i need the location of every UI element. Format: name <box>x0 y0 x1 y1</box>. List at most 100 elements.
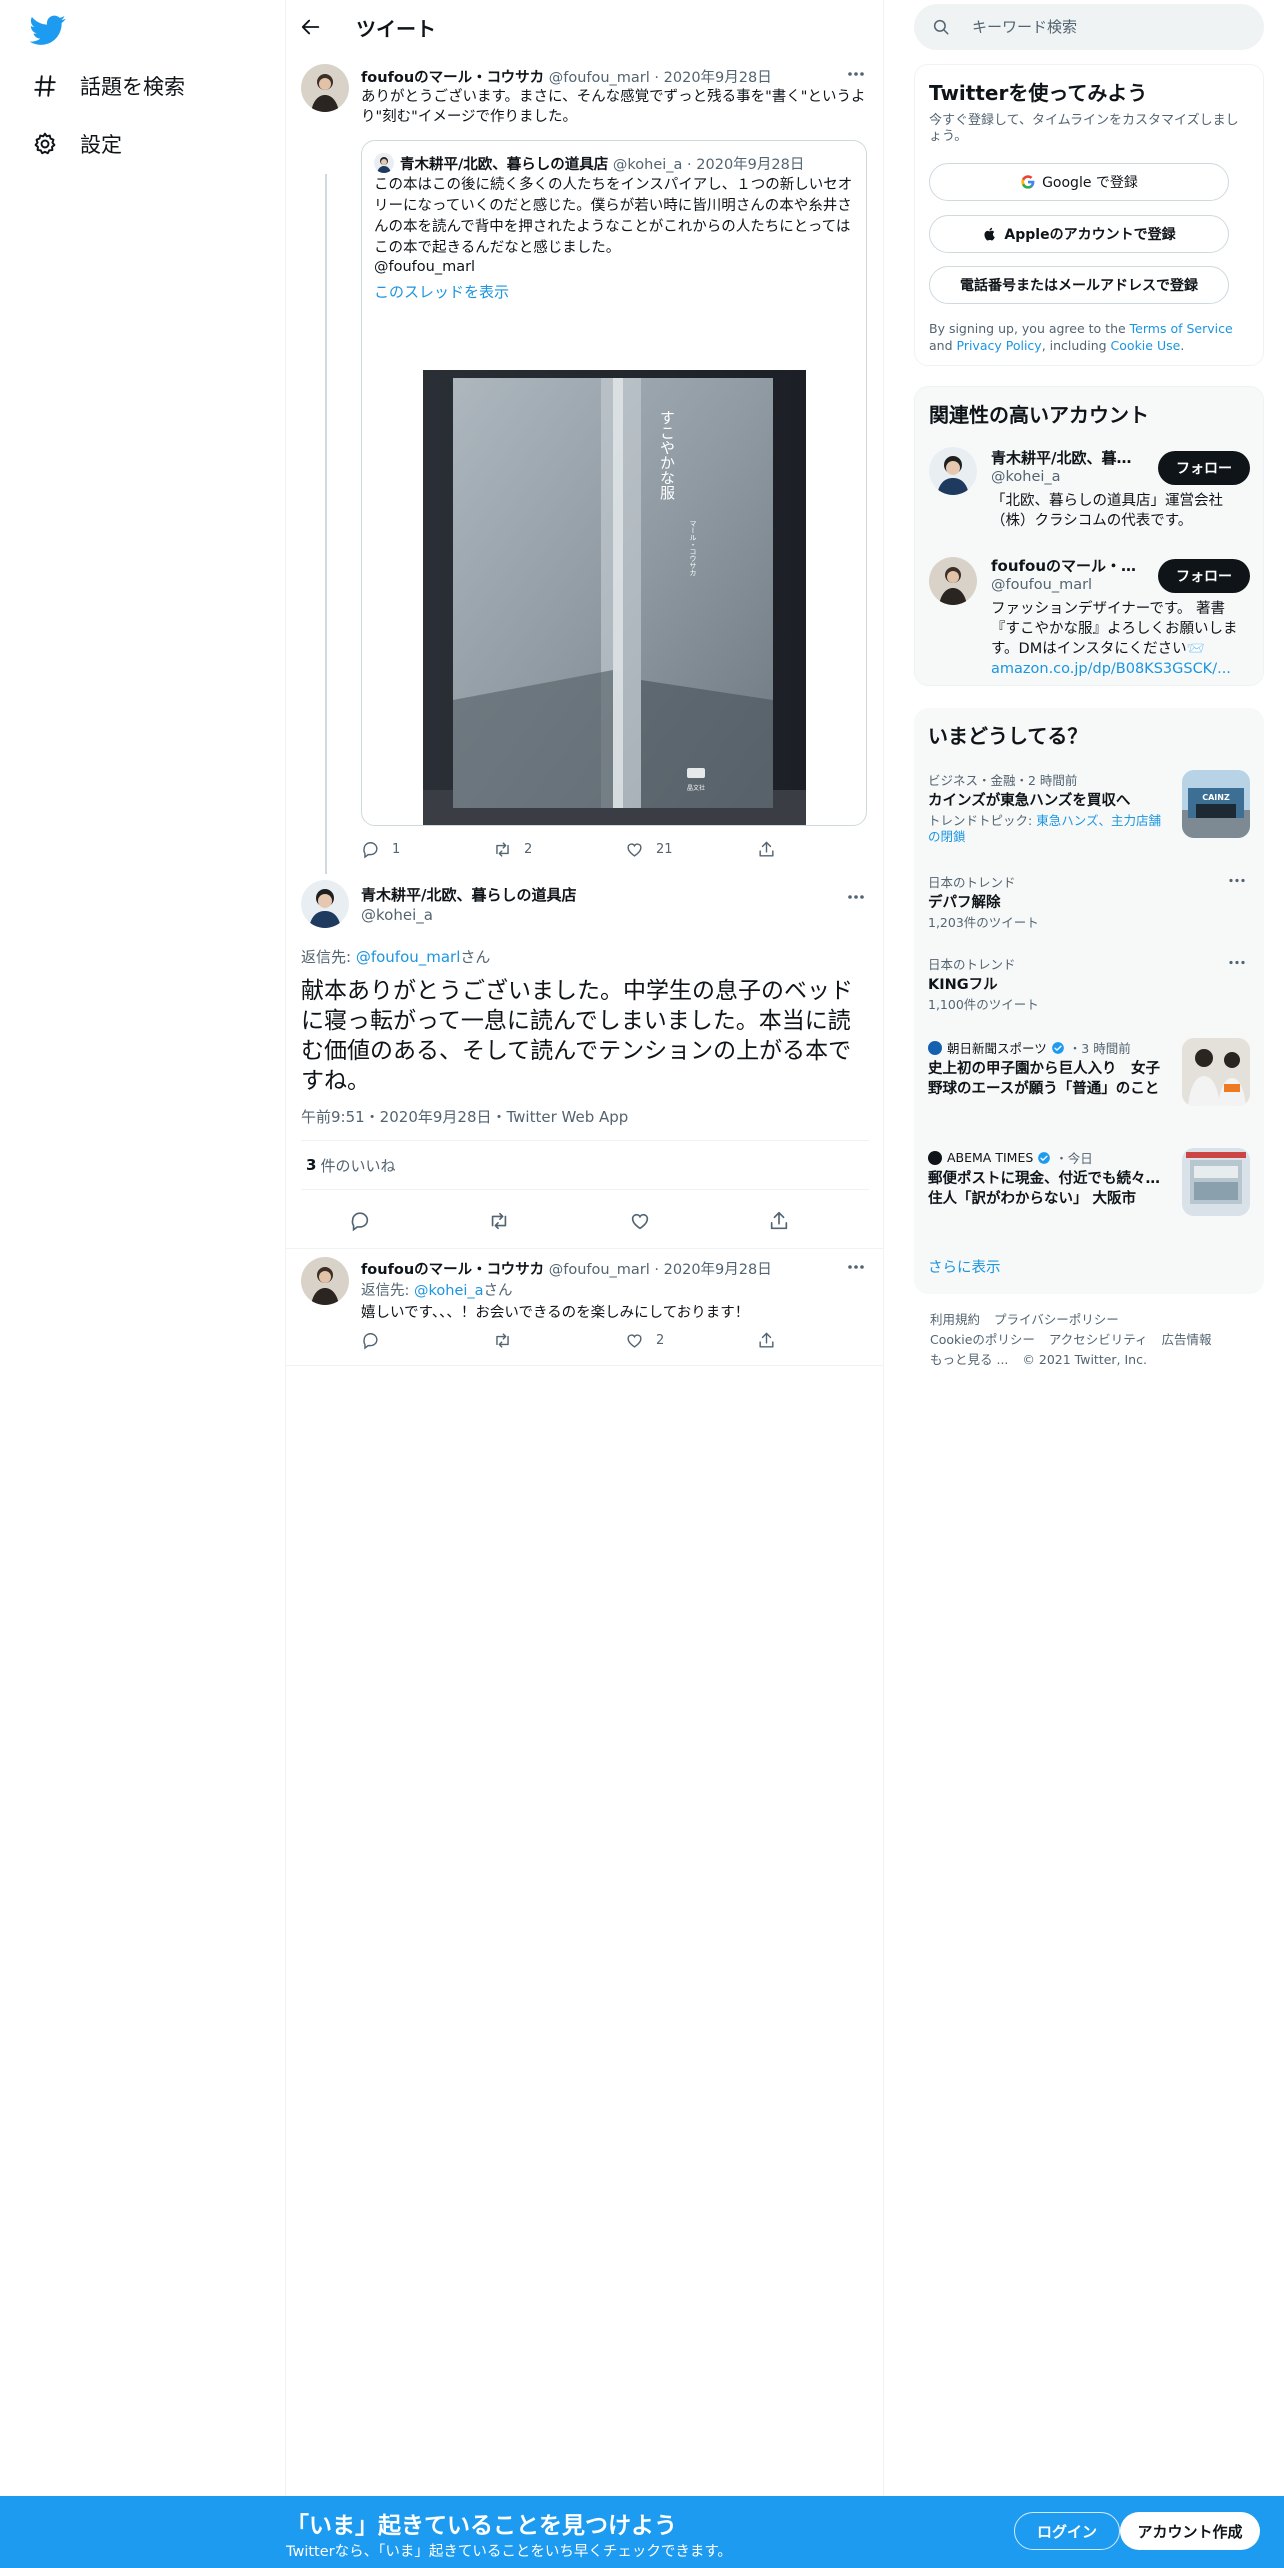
author-handle[interactable]: @foufou_marl <box>549 70 650 86</box>
show-thread-link[interactable]: このスレッドを表示 <box>374 281 509 302</box>
search-box[interactable] <box>914 4 1264 50</box>
reply-to-link[interactable]: @foufou_marl <box>356 948 461 966</box>
dot-separator: · <box>687 157 692 173</box>
terms-of-service-link[interactable]: Terms of Service <box>1130 321 1233 336</box>
avatar-foufou[interactable] <box>301 64 349 112</box>
related-account-handle: @foufou_marl <box>991 577 1093 593</box>
search-input[interactable] <box>972 18 1232 36</box>
tweet-focused: 青木耕平/北欧、暮らしの道具店 @kohei_a 返信先: @foufou_ma… <box>286 872 884 1248</box>
google-signup-button[interactable]: Google で登録 <box>929 163 1229 201</box>
trends-title: いまどうしてる？ <box>928 724 1088 748</box>
footer-link[interactable]: アクセシビリティ <box>1049 1332 1148 1347</box>
retweet-button[interactable] <box>488 1210 522 1232</box>
heart-icon <box>631 1213 649 1230</box>
apple-icon <box>984 227 996 241</box>
retweet-button[interactable]: 2 <box>493 840 532 859</box>
trend-item[interactable]: ビジネス・金融・2 時間前 カインズが東急ハンズを買収へ トレンドトピック: 東… <box>928 770 1250 850</box>
reply-button[interactable] <box>349 1210 383 1232</box>
book-photo[interactable]: すこやかな服 マール・コウサカ 晶文社 <box>423 370 806 826</box>
cookie-use-link[interactable]: Cookie Use <box>1111 338 1181 353</box>
twitter-bird-icon[interactable] <box>29 12 66 48</box>
trend-item[interactable]: 日本のトレンド デパフ解除 1,203件のツイート <box>928 872 1250 932</box>
footer-link[interactable]: もっと見る ... <box>930 1352 1008 1367</box>
avatar-foufou[interactable] <box>301 1257 349 1305</box>
reply-to-link[interactable]: @kohei_a <box>414 1283 484 1299</box>
nav-settings[interactable]: 設定 <box>32 124 122 164</box>
share-icon <box>759 841 774 857</box>
footer-link[interactable]: プライバシーポリシー <box>994 1312 1119 1327</box>
tweet-text: ありがとうございます。まさに、そんな感覚でずっと残る事を"書く"というより"刻む… <box>361 89 866 125</box>
tweet-actions: 2 <box>361 1329 871 1353</box>
tweet-reply[interactable]: foufouのマール・コウサカ @foufou_marl · 2020年9月28… <box>286 1248 884 1366</box>
footer-link[interactable]: 利用規約 <box>930 1312 980 1327</box>
quote-header: 青木耕平/北欧、暮らしの道具店 @kohei_a · 2020年9月28日 <box>400 153 804 174</box>
google-icon <box>1021 175 1035 189</box>
bottom-bar-subtitle: Twitterなら、「いま」起きていることをいち早くチェックできます。 <box>286 2544 732 2560</box>
signup-panel: Twitterを使ってみよう 今すぐ登録して、タイムラインをカスタマイズしましょ… <box>914 64 1264 366</box>
author-name[interactable]: foufouのマール・コウサカ <box>361 70 544 86</box>
trend-sub: 1,100件のツイート <box>928 997 1039 1012</box>
trend-sub: トレンドトピック: 東急ハンズ、主力店舗の閉鎖 <box>928 813 1168 845</box>
share-button[interactable] <box>757 840 788 859</box>
trend-title: デパフ解除 <box>928 895 1001 911</box>
more-icon[interactable] <box>1228 878 1246 883</box>
reply-button[interactable]: 1 <box>361 840 400 859</box>
author-name[interactable]: foufouのマール・コウサカ <box>361 1262 544 1278</box>
reply-button[interactable] <box>361 1331 392 1350</box>
tweet-timestamp[interactable]: 午前9:51・2020年9月28日・Twitter Web App <box>301 1106 628 1127</box>
phone-signup-label: 電話番号またはメールアドレスで登録 <box>960 278 1198 294</box>
avatar-kohei[interactable] <box>929 447 977 495</box>
avatar-kohei <box>374 153 394 173</box>
tweet-parent[interactable]: foufouのマール・コウサカ @foufou_marl · 2020年9月28… <box>286 54 884 874</box>
tweet-date[interactable]: 2020年9月28日 <box>664 70 772 86</box>
trend-item[interactable]: 日本のトレンド KINGフル 1,100件のツイート <box>928 954 1250 1014</box>
likes-count: 3 <box>306 1156 317 1174</box>
book-publisher: 晶文社 <box>687 784 705 792</box>
more-icon[interactable] <box>846 71 866 77</box>
reply-prefix: 返信先: <box>361 1283 414 1299</box>
trend-thumb-text: CAINZ <box>1202 793 1230 802</box>
show-more-link[interactable]: さらに表示 <box>928 1256 1001 1277</box>
signup-button[interactable]: アカウント作成 <box>1120 2512 1260 2550</box>
retweet-button[interactable] <box>493 1331 524 1350</box>
phone-email-signup-button[interactable]: 電話番号またはメールアドレスで登録 <box>929 266 1229 304</box>
tweet-date[interactable]: 2020年9月28日 <box>664 1262 772 1278</box>
reply-count: 1 <box>392 842 401 857</box>
like-button[interactable]: 21 <box>625 840 673 859</box>
footer-link[interactable]: Cookieのポリシー <box>930 1332 1035 1347</box>
follow-button[interactable]: フォロー <box>1158 451 1250 485</box>
more-icon[interactable] <box>846 1264 866 1270</box>
author-handle[interactable]: @kohei_a <box>361 906 433 924</box>
footer-link[interactable]: 広告情報 <box>1162 1332 1212 1347</box>
bottom-bar-title: 「いま」起きていることを見つけよう <box>286 2513 677 2539</box>
related-account-name[interactable]: foufouのマール・コ... <box>991 555 1141 576</box>
apple-signup-button[interactable]: Appleのアカウントで登録 <box>929 215 1229 253</box>
privacy-policy-link[interactable]: Privacy Policy <box>957 338 1042 353</box>
share-button[interactable] <box>768 1210 802 1232</box>
left-nav: 話題を検索 設定 <box>0 0 286 2568</box>
more-icon[interactable] <box>846 894 866 900</box>
login-button[interactable]: ログイン <box>1014 2512 1120 2550</box>
related-account-name[interactable]: 青木耕平/北欧、暮ら... <box>991 447 1141 468</box>
share-button[interactable] <box>757 1331 788 1350</box>
terms-text: , including <box>1041 338 1111 353</box>
like-button[interactable] <box>629 1210 663 1232</box>
trends-panel: いまどうしてる？ ビジネス・金融・2 時間前 カインズが東急ハンズを買収へ トレ… <box>914 708 1264 1294</box>
related-account-link[interactable]: amazon.co.jp/dp/B08KS3GSCK/... <box>991 659 1253 679</box>
author-handle[interactable]: @foufou_marl <box>549 1262 650 1278</box>
quote-mention: @foufou_marl <box>374 259 476 275</box>
like-button[interactable]: 2 <box>625 1331 664 1350</box>
trend-item[interactable]: ABEMA TIMES ・今日 郵便ポストに現金、付近でも続々…住人「訳がわから… <box>928 1148 1250 1228</box>
avatar-kohei[interactable] <box>301 880 349 928</box>
quoted-tweet[interactable]: 青木耕平/北欧、暮らしの道具店 @kohei_a · 2020年9月28日 この… <box>361 140 867 826</box>
more-icon[interactable] <box>1228 960 1246 965</box>
back-arrow-icon[interactable] <box>300 16 322 38</box>
avatar-foufou[interactable] <box>929 557 977 605</box>
nav-explore[interactable]: 話題を検索 <box>32 66 185 106</box>
terms-text: . <box>1180 338 1185 353</box>
trend-item[interactable]: 朝日新聞スポーツ ・3 時間前 史上初の甲子園から巨人入り 女子野球のエースが願… <box>928 1038 1250 1118</box>
news-source: 朝日新聞スポーツ <box>947 1041 1047 1056</box>
author-name[interactable]: 青木耕平/北欧、暮らしの道具店 <box>361 884 576 905</box>
follow-button[interactable]: フォロー <box>1158 559 1250 593</box>
likes-summary[interactable]: 3 件のいいね <box>301 1140 869 1190</box>
